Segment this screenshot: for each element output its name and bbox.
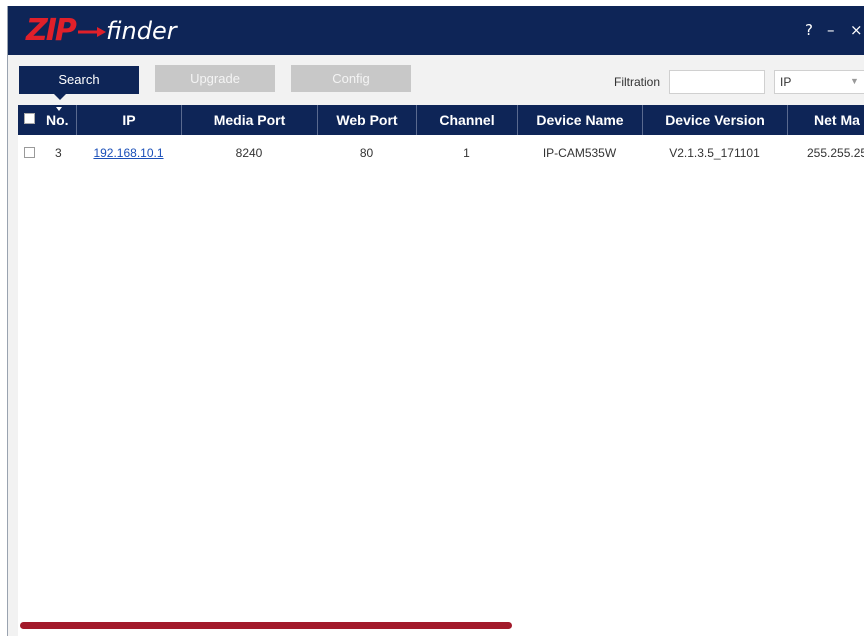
toolbar: Search Upgrade Config Filtration IP ▼: [8, 55, 864, 105]
logo-zip-text: ZIP: [26, 13, 77, 48]
cell-device-name: IP-CAM535W: [542, 146, 617, 160]
arrow-logo-icon: [78, 27, 106, 37]
table-header: No. IP Media Port Web Port Channel Devic…: [18, 105, 864, 135]
config-button[interactable]: Config: [291, 65, 411, 92]
upgrade-button[interactable]: Upgrade: [155, 65, 275, 92]
filtration-label: Filtration: [614, 75, 661, 89]
search-button[interactable]: Search: [19, 66, 139, 94]
active-tab-pointer: [54, 94, 66, 100]
scrollbar-thumb[interactable]: [20, 622, 512, 629]
cell-no: 3: [55, 146, 62, 160]
column-header-ip[interactable]: IP: [76, 105, 181, 135]
column-header-media-port[interactable]: Media Port: [181, 105, 317, 135]
help-icon[interactable]: ?: [805, 20, 813, 40]
minimize-icon[interactable]: –: [827, 20, 835, 40]
filter-field-value: IP: [780, 75, 792, 89]
column-header-device-name[interactable]: Device Name: [517, 105, 642, 135]
filter-field-select[interactable]: IP ▼: [774, 70, 864, 94]
column-header-no[interactable]: No.: [38, 105, 76, 135]
cell-media-port: 8240: [235, 146, 263, 160]
cell-net-mask: 255.255.25: [807, 146, 864, 160]
cell-ip: 192.168.10.1: [76, 135, 181, 171]
logo-finder-text: finder: [106, 17, 177, 45]
close-icon[interactable]: ×: [850, 20, 863, 40]
cell-device-version: V2.1.3.5_171101: [669, 146, 760, 160]
filtration-input[interactable]: [669, 70, 765, 94]
column-header-device-version[interactable]: Device Version: [642, 105, 787, 135]
row-checkbox[interactable]: [24, 147, 35, 158]
horizontal-scrollbar[interactable]: [18, 622, 864, 636]
cell-web-port: 80: [359, 146, 374, 160]
title-bar: ZIP finder ? – ×: [8, 6, 864, 55]
cell-channel: 1: [463, 146, 470, 160]
device-ip-link[interactable]: 192.168.10.1: [93, 146, 163, 160]
column-header-web-port[interactable]: Web Port: [317, 105, 416, 135]
dropdown-chevron-icon: ▼: [850, 76, 859, 86]
app-window: ZIP finder ? – × Search Upgrade Config F…: [7, 6, 864, 636]
device-table-body: 3 192.168.10.1 8240 80 1 IP-CAM535W V2.1…: [18, 135, 864, 622]
column-header-channel[interactable]: Channel: [416, 105, 517, 135]
select-all-checkbox[interactable]: [24, 113, 35, 124]
table-row[interactable]: 3 192.168.10.1 8240 80 1 IP-CAM535W V2.1…: [18, 135, 864, 171]
column-header-net-mask[interactable]: Net Ma: [787, 105, 864, 135]
